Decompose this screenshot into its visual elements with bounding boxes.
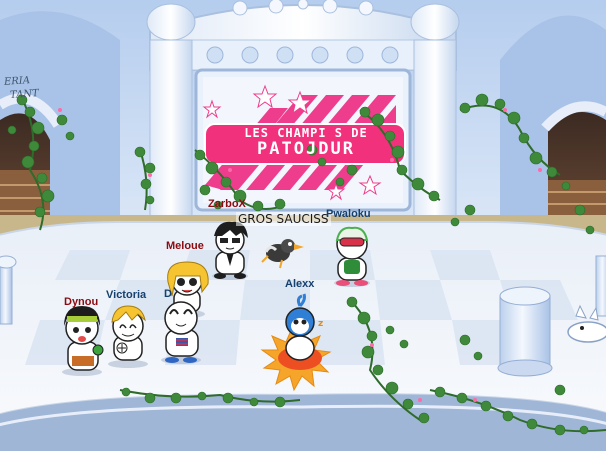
avatar-hit-victoria[interactable] [110,305,148,367]
player-name-zarbox[interactable]: ZarboX [208,198,246,210]
game-scene[interactable]: z LES CHAMPI S DE PATOJDUR ERIA TANT GRO… [0,0,606,451]
sign-line-1: ERIA [3,75,31,88]
player-name-victoria[interactable]: Victoria [106,289,146,301]
avatar-hit-pwaloku[interactable] [334,226,374,286]
player-name-pwaloku[interactable]: Pwaloku [326,208,371,220]
avatar-hit-alexx[interactable] [266,292,332,388]
sign-line-2: TANT [9,88,40,101]
avatar-hit-zarbox[interactable] [212,222,252,280]
avatar-hit-dynou[interactable] [62,306,104,374]
pillar-right [497,286,553,377]
banner-subtitle: PATOJDUR [257,139,355,159]
banner-title: LES CHAMPI S DE [244,126,368,140]
creature-hit-right[interactable] [566,304,606,344]
stage-edge [0,394,606,451]
player-name-alexx[interactable]: Alexx [285,278,314,290]
avatar-hit-d[interactable] [162,300,202,364]
player-name-meloue[interactable]: Meloue [166,240,204,252]
